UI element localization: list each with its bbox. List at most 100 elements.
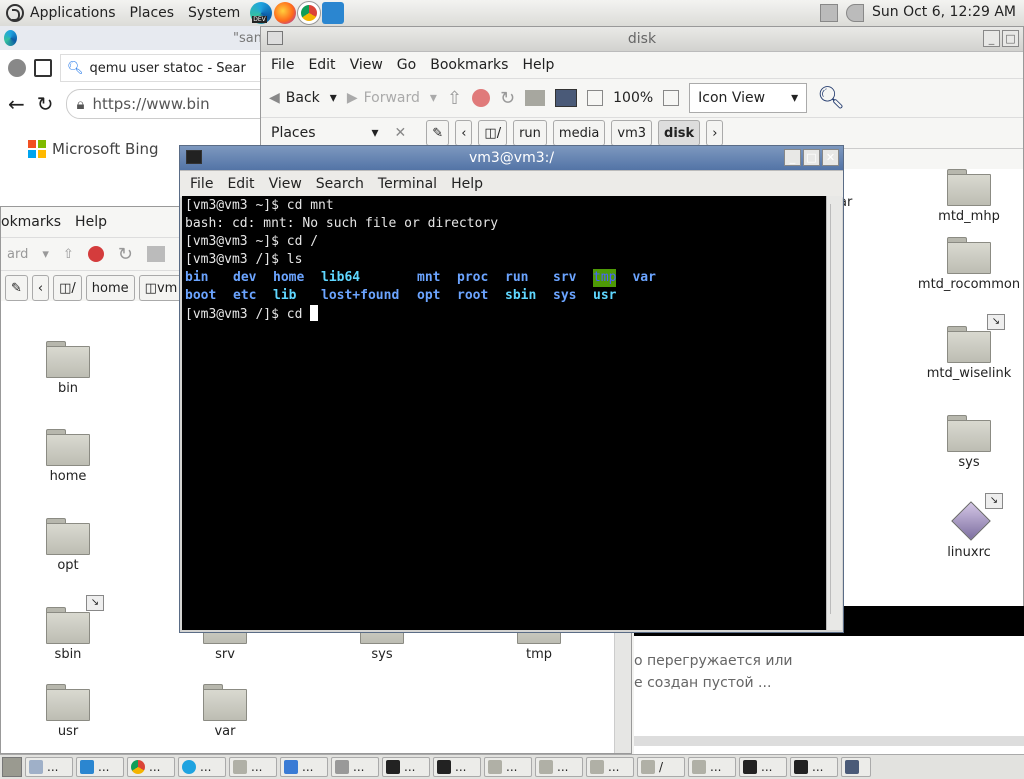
taskbar-item[interactable]: ... bbox=[790, 757, 838, 777]
path-disk-button[interactable]: disk bbox=[658, 120, 701, 146]
places-menu[interactable]: Places bbox=[130, 5, 175, 21]
edit-location-icon[interactable]: ✎ bbox=[5, 275, 28, 301]
browser-tab-active[interactable]: 🔍︎ qemu user statoc - Sear bbox=[60, 54, 262, 82]
path-left-arrow[interactable]: ‹ bbox=[455, 120, 473, 146]
address-bar[interactable]: 🔒︎ https://www.bin bbox=[65, 89, 262, 119]
firefox-icon[interactable] bbox=[274, 2, 297, 24]
taskbar-item[interactable]: ... bbox=[229, 757, 277, 777]
taskbar-item[interactable]: ... bbox=[280, 757, 328, 777]
view-mode-select[interactable]: Icon View ▾ bbox=[689, 83, 808, 113]
taskbar-item[interactable]: ... bbox=[535, 757, 583, 777]
back-history-dropdown[interactable]: ▾ bbox=[330, 90, 337, 106]
menu-help[interactable]: Help bbox=[75, 214, 107, 230]
volume-icon[interactable] bbox=[846, 4, 864, 22]
computer-icon[interactable] bbox=[555, 89, 578, 107]
folder-usr[interactable]: usr bbox=[18, 684, 118, 739]
back-button[interactable]: ◀ Back bbox=[269, 90, 320, 106]
taskbar-item[interactable]: ... bbox=[382, 757, 430, 777]
edit-location-icon[interactable]: ✎ bbox=[426, 120, 450, 146]
taskbar-item[interactable]: ... bbox=[76, 757, 124, 777]
folder-mtd-rocommon[interactable]: mtd_rocommon bbox=[909, 237, 1023, 292]
chrome-icon[interactable] bbox=[297, 1, 322, 25]
menu-go[interactable]: Go bbox=[397, 57, 416, 73]
show-desktop-icon[interactable] bbox=[2, 757, 22, 777]
terminal-icon[interactable] bbox=[186, 150, 202, 164]
terminal-screen[interactable]: [vm3@vm3 ~]$ cd mnt bash: cd: mnt: No suc… bbox=[182, 196, 827, 630]
taskbar-item[interactable]: ... bbox=[586, 757, 634, 777]
terminal-titlebar[interactable]: vm3@vm3:/ _ □ ✕ bbox=[180, 146, 843, 171]
places-label[interactable]: Places bbox=[271, 125, 316, 141]
folder-mtd-wiselink[interactable]: ↘ mtd_wiselink bbox=[919, 314, 1019, 381]
forward-history-dropdown[interactable]: ▾ bbox=[430, 90, 437, 106]
taskbar-item[interactable]: ... bbox=[688, 757, 736, 777]
path-run-button[interactable]: run bbox=[513, 120, 547, 146]
network-icon[interactable] bbox=[820, 4, 838, 22]
home-icon[interactable] bbox=[146, 246, 165, 262]
places-dropdown-icon[interactable]: ▾ bbox=[372, 125, 379, 141]
tab-actions-icon[interactable] bbox=[34, 59, 52, 77]
disk-titlebar[interactable]: disk _ □ bbox=[261, 27, 1023, 52]
minimize-button[interactable]: _ bbox=[983, 30, 1000, 47]
window-menu-icon[interactable] bbox=[267, 31, 283, 45]
folder-bin[interactable]: bin bbox=[18, 341, 118, 396]
menu-edit[interactable]: Edit bbox=[308, 57, 335, 73]
folder-sbin[interactable]: ↘ sbin bbox=[18, 595, 118, 662]
menu-view[interactable]: View bbox=[269, 176, 302, 192]
taskbar-item[interactable]: ... bbox=[178, 757, 226, 777]
taskbar-item[interactable]: ... bbox=[433, 757, 481, 777]
up-icon[interactable]: ⇧ bbox=[63, 247, 74, 262]
menu-file[interactable]: File bbox=[190, 176, 213, 192]
folder-mtd-mhp[interactable]: mtd_mhp bbox=[919, 169, 1019, 224]
home-icon[interactable] bbox=[525, 90, 546, 106]
path-right-arrow[interactable]: › bbox=[706, 120, 724, 146]
menu-view[interactable]: View bbox=[350, 57, 383, 73]
folder-opt[interactable]: opt bbox=[18, 518, 118, 573]
menu-help[interactable]: Help bbox=[451, 176, 483, 192]
path-root-button[interactable]: ◫/ bbox=[53, 275, 82, 301]
taskbar-item[interactable]: ... bbox=[739, 757, 787, 777]
path-vm3-button[interactable]: vm3 bbox=[611, 120, 653, 146]
horizontal-scrollbar[interactable] bbox=[634, 736, 1024, 746]
edge-dev-icon[interactable]: DEV bbox=[250, 2, 273, 24]
reload-icon[interactable]: ↻ bbox=[500, 88, 515, 109]
minimize-button[interactable]: _ bbox=[784, 149, 801, 166]
forward-button[interactable]: ▶ Forward bbox=[347, 90, 420, 106]
menu-bookmarks[interactable]: Bookmarks bbox=[430, 57, 508, 73]
zoom-out-icon[interactable] bbox=[587, 90, 604, 106]
menu-help[interactable]: Help bbox=[522, 57, 554, 73]
taskbar-item[interactable] bbox=[841, 757, 871, 777]
path-vm-button[interactable]: ◫ vm bbox=[138, 275, 184, 301]
terminal-scrollbar[interactable] bbox=[826, 196, 842, 630]
search-icon[interactable]: 🔍︎ bbox=[817, 86, 845, 111]
close-sidebar-icon[interactable]: ✕ bbox=[395, 125, 407, 141]
taskbar-item[interactable]: ... bbox=[127, 757, 175, 777]
vscode-icon[interactable] bbox=[322, 2, 345, 24]
path-root-button[interactable]: ◫/ bbox=[478, 120, 508, 146]
reload-icon[interactable]: ↻ bbox=[118, 244, 133, 265]
taskbar-item[interactable]: ... bbox=[331, 757, 379, 777]
menu-bookmarks[interactable]: okmarks bbox=[1, 214, 61, 230]
zoom-in-icon[interactable] bbox=[663, 90, 680, 106]
folder-var[interactable]: var bbox=[175, 684, 275, 739]
system-menu[interactable]: System bbox=[188, 5, 240, 21]
taskbar-item[interactable]: ... bbox=[484, 757, 532, 777]
menu-edit[interactable]: Edit bbox=[227, 176, 254, 192]
maximize-button[interactable]: □ bbox=[803, 149, 820, 166]
close-button[interactable]: ✕ bbox=[822, 149, 839, 166]
up-icon[interactable]: ⇧ bbox=[447, 88, 462, 109]
reload-icon[interactable]: ↻ bbox=[37, 92, 54, 116]
profile-icon[interactable] bbox=[8, 59, 26, 77]
menu-terminal[interactable]: Terminal bbox=[378, 176, 437, 192]
dropdown-arrow-icon[interactable]: ▾ bbox=[42, 247, 49, 262]
folder-sys[interactable]: sys bbox=[919, 415, 1019, 470]
stop-icon[interactable] bbox=[472, 89, 491, 107]
path-left-arrow[interactable]: ‹ bbox=[31, 275, 50, 301]
file-linuxrc[interactable]: ↘ linuxrc bbox=[919, 493, 1019, 560]
menu-file[interactable]: File bbox=[271, 57, 294, 73]
stop-icon[interactable] bbox=[87, 246, 104, 262]
path-home-button[interactable]: home bbox=[85, 275, 135, 301]
scrollbar-thumb[interactable] bbox=[830, 204, 839, 614]
clock[interactable]: Sun Oct 6, 12:29 AM bbox=[872, 4, 1016, 20]
folder-home[interactable]: home bbox=[18, 429, 118, 484]
back-arrow-icon[interactable]: ← bbox=[8, 92, 25, 116]
